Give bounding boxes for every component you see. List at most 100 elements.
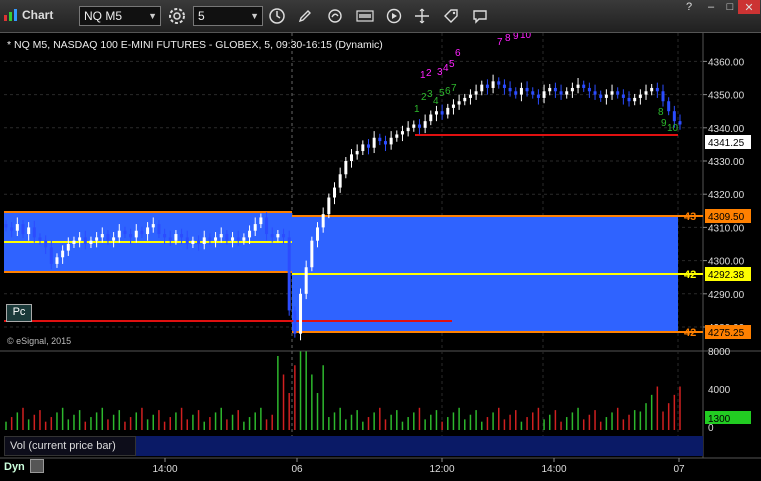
price-tick-label: 4310.00 (708, 223, 745, 234)
candle-body (638, 94, 642, 98)
title-bar: Chart NQ M5 ▼ 5 ▼ ? – □ ✕ (0, 0, 761, 33)
candle-body (78, 237, 82, 241)
pencil-icon[interactable] (294, 5, 316, 27)
candle-body (32, 227, 36, 238)
price-chart[interactable]: 1 2 3 4 567 8 9 1012 345 6 789 10 * NQ M5, NASDAQ 1… (0, 33, 761, 481)
candle-body (627, 97, 631, 102)
candle-body (389, 137, 393, 145)
price-tick-label: 4300.00 (708, 257, 745, 268)
candle-body (253, 224, 257, 231)
candle-body (616, 91, 620, 95)
interval-combo[interactable]: 5 ▼ (193, 6, 263, 26)
candle-body (208, 237, 212, 241)
candle-body (15, 224, 19, 231)
candle-body (372, 137, 376, 148)
candle-body (650, 87, 654, 92)
candle-body (338, 174, 342, 188)
candle-body (344, 161, 348, 175)
candle-body (610, 91, 614, 95)
chart-header: * NQ M5, NASDAQ 100 E-MINI FUTURES - GLO… (7, 39, 383, 51)
candle-body (485, 84, 489, 88)
candle-body (174, 234, 178, 241)
lock-icon[interactable] (30, 459, 44, 473)
price-label-text: 4341.25 (708, 138, 745, 149)
candle-body (378, 137, 382, 142)
symbol-value: NQ M5 (84, 9, 123, 23)
candle-body (519, 87, 523, 95)
candle-body (89, 240, 93, 244)
time-tick-label: 06 (291, 464, 303, 475)
candle-body (4, 224, 8, 228)
help-button[interactable]: ? (678, 0, 700, 14)
candle-body (168, 237, 172, 241)
cursor-icon[interactable] (324, 5, 346, 27)
candle-body (129, 234, 133, 238)
candle-body (508, 87, 512, 92)
candle-body (248, 230, 252, 238)
clock-icon[interactable] (266, 5, 288, 27)
candle-body (151, 224, 155, 228)
candle-body (349, 154, 353, 161)
price-label-text: 4275.25 (708, 328, 745, 339)
dynamic-mode-label[interactable]: Dyn (4, 461, 25, 473)
candle-body (265, 217, 269, 235)
candle-body (259, 217, 263, 225)
candle-body (406, 127, 410, 132)
candle-body (180, 234, 184, 238)
candle-body (474, 91, 478, 95)
candle-body (134, 230, 138, 238)
candle-body (112, 237, 116, 241)
tag-icon[interactable] (440, 5, 462, 27)
symbol-combo[interactable]: NQ M5 ▼ (79, 6, 161, 26)
comment-icon[interactable] (469, 5, 491, 27)
candle-body (299, 293, 303, 334)
price-tick-label: 4350.00 (708, 91, 745, 102)
candle-body (327, 197, 331, 215)
candle-body (525, 87, 529, 92)
price-tick-label: 4290.00 (708, 290, 745, 301)
candle-body (593, 91, 597, 95)
candle-body (270, 234, 274, 238)
candle-body (604, 94, 608, 98)
time-tick-label: 07 (673, 464, 685, 475)
candle-body (282, 234, 286, 238)
candle-body (95, 237, 99, 241)
arrows-icon[interactable] (411, 5, 433, 27)
candle-body (514, 91, 518, 95)
candle-body (21, 224, 25, 235)
candle-body (361, 144, 365, 152)
sequence-label: 2 (426, 68, 432, 79)
gear-icon[interactable] (166, 5, 188, 27)
volume-current-value: 1300 (708, 414, 731, 425)
candle-body (202, 237, 206, 244)
candle-body (55, 257, 59, 264)
candle-body (38, 237, 42, 241)
candle-body (644, 91, 648, 95)
candle-body (219, 234, 223, 238)
candle-body (599, 94, 603, 98)
sequence-label: 1 (414, 104, 420, 115)
pc-badge[interactable]: Pc (6, 304, 32, 322)
close-button[interactable]: ✕ (738, 0, 760, 14)
price-label-text: 4309.50 (708, 212, 745, 223)
candle-body (117, 230, 121, 238)
candle-body (559, 91, 563, 95)
candle-body (100, 234, 104, 238)
time-tick-label: 12:00 (429, 464, 454, 475)
candle-body (463, 97, 467, 102)
price-tick-label: 4330.00 (708, 157, 745, 168)
volume-label-strip (136, 436, 703, 456)
candle-body (655, 87, 659, 92)
sequence-label: 8 (658, 107, 664, 118)
candle-body (61, 250, 65, 258)
quote-icon[interactable] (354, 5, 376, 27)
candle-body (621, 94, 625, 98)
volume-study-label[interactable]: Vol (current price bar) (4, 436, 136, 456)
sequence-label: 9 (513, 33, 519, 42)
play-icon[interactable] (383, 5, 405, 27)
window-title: Chart (22, 8, 54, 22)
candle-body (333, 187, 337, 198)
candle-body (316, 227, 320, 241)
chart-app-icon (4, 9, 17, 21)
candle-body (106, 234, 110, 241)
